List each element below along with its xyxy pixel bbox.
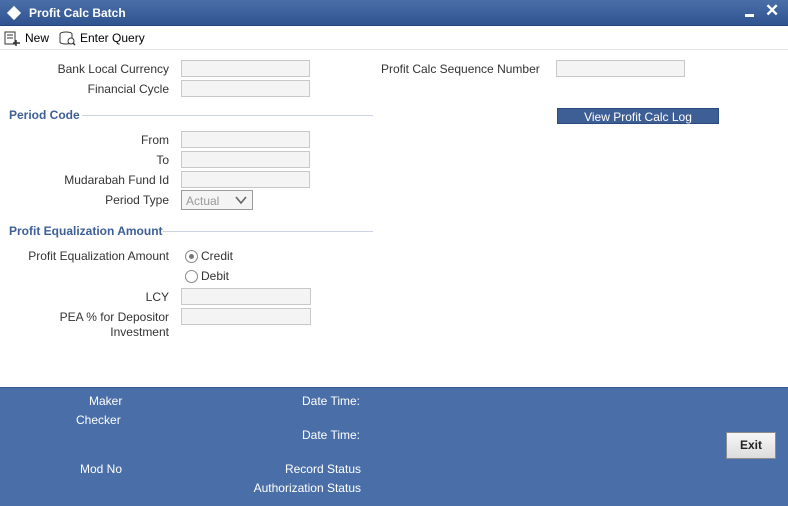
period-type-value: Actual xyxy=(186,194,220,208)
date-time-label: Date Time: xyxy=(302,394,361,408)
query-icon xyxy=(59,31,76,46)
pea-section-title: Profit Equalization Amount xyxy=(9,224,163,238)
enter-query-label: Enter Query xyxy=(80,31,145,45)
debit-radio[interactable] xyxy=(185,270,198,283)
from-field[interactable] xyxy=(181,131,310,148)
authorization-status-label: Authorization Status xyxy=(253,481,361,495)
pea-pct-field[interactable] xyxy=(181,308,311,325)
new-button[interactable]: New xyxy=(4,29,49,47)
lcy-field[interactable] xyxy=(181,288,311,305)
credit-radio[interactable] xyxy=(185,250,198,263)
maker-label: Maker xyxy=(89,394,123,408)
financial-cycle-label: Financial Cycle xyxy=(87,82,169,96)
enter-query-button[interactable]: Enter Query xyxy=(59,29,145,47)
mudarabah-fund-field[interactable] xyxy=(181,171,310,188)
record-status-label: Record Status xyxy=(284,462,361,476)
period-type-label: Period Type xyxy=(105,193,169,207)
section-divider xyxy=(163,231,373,232)
new-document-icon xyxy=(4,31,20,46)
pea-pct-label-line2: Investment xyxy=(110,325,169,339)
profit-calc-sequence-label: Profit Calc Sequence Number xyxy=(381,62,540,76)
bank-local-currency-label: Bank Local Currency xyxy=(57,62,169,76)
lcy-label: LCY xyxy=(145,290,169,304)
checker-date-time-label: Date Time: xyxy=(302,428,361,442)
bank-local-currency-field[interactable] xyxy=(181,60,310,77)
pea-pct-label: PEA % for Depositor xyxy=(59,310,169,324)
financial-cycle-field[interactable] xyxy=(181,80,310,97)
mudarabah-fund-label: Mudarabah Fund Id xyxy=(64,173,169,187)
period-type-select[interactable]: Actual xyxy=(181,190,253,210)
period-code-section-title: Period Code xyxy=(9,108,80,122)
section-divider xyxy=(82,115,373,116)
close-icon[interactable]: ✕ xyxy=(765,2,779,20)
exit-button[interactable]: Exit xyxy=(726,432,776,459)
to-label: To xyxy=(156,153,169,167)
minimize-icon[interactable] xyxy=(745,14,754,17)
from-label: From xyxy=(141,133,169,147)
debit-label: Debit xyxy=(201,269,230,283)
profit-calc-sequence-field[interactable] xyxy=(556,60,685,77)
to-field[interactable] xyxy=(181,151,310,168)
pea-label: Profit Equalization Amount xyxy=(28,249,169,263)
app-diamond-icon xyxy=(6,5,22,21)
window-title: Profit Calc Batch xyxy=(29,6,126,20)
checker-label: Checker xyxy=(76,413,121,427)
mod-no-label: Mod No xyxy=(80,462,123,476)
credit-label: Credit xyxy=(201,249,234,263)
view-profit-calc-log-button[interactable]: View Profit Calc Log xyxy=(557,108,719,124)
window-titlebar: Profit Calc Batch ✕ xyxy=(0,0,788,26)
new-label: New xyxy=(25,31,50,45)
chevron-down-icon xyxy=(235,196,247,205)
toolbar: New Enter Query xyxy=(0,26,788,50)
